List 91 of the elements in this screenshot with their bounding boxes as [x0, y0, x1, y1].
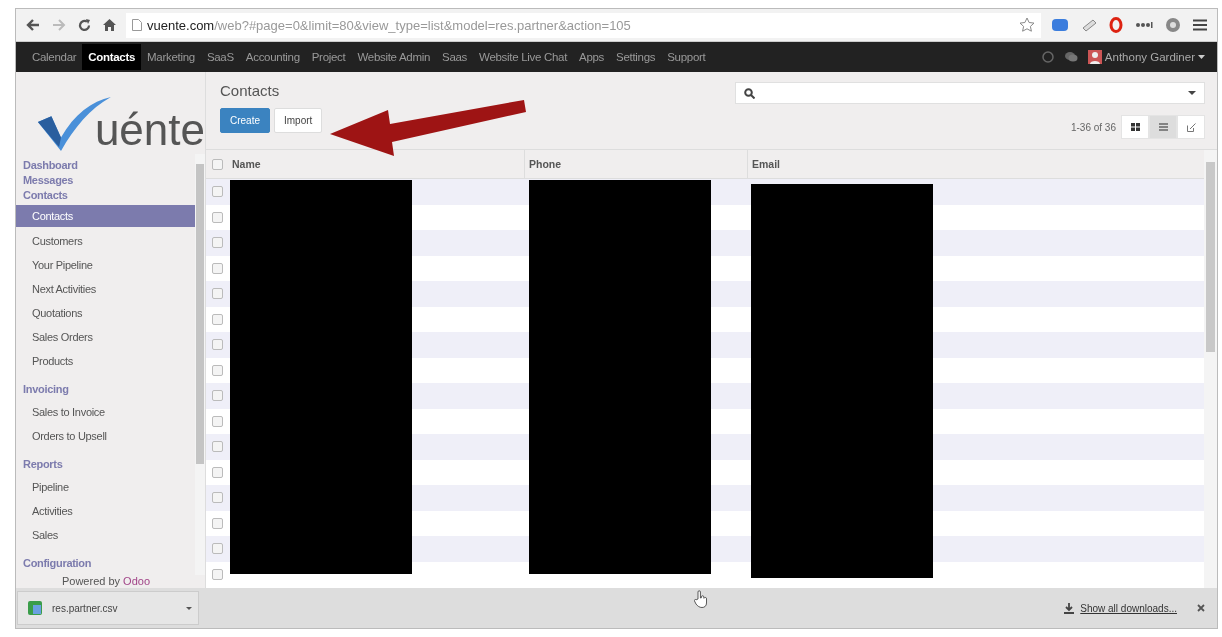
row-checkbox[interactable]: [211, 543, 223, 555]
row-checkbox[interactable]: [211, 313, 223, 325]
menu-tab[interactable]: Website Admin: [351, 44, 437, 70]
caret-icon[interactable]: [1188, 91, 1196, 95]
search-icon: [744, 87, 755, 99]
logo: uénte: [16, 72, 205, 154]
row-checkbox[interactable]: [211, 262, 223, 274]
row-checkbox[interactable]: [211, 466, 223, 478]
menu-tab[interactable]: Calendar: [26, 44, 83, 70]
sidebar-item[interactable]: Next Activities: [16, 277, 195, 301]
kanban-view-button[interactable]: [1121, 115, 1149, 139]
download-item[interactable]: res.partner.csv: [17, 591, 199, 625]
row-checkbox[interactable]: [211, 415, 223, 427]
scrollbar[interactable]: [1204, 150, 1217, 588]
forward-icon[interactable]: [50, 19, 68, 31]
sidebar-item[interactable]: Activities: [16, 499, 195, 523]
menu-tab[interactable]: Marketing: [141, 44, 201, 70]
row-checkbox[interactable]: [211, 492, 223, 504]
sidebar-item[interactable]: Sales Orders: [16, 325, 195, 349]
clock-icon[interactable]: [1041, 51, 1054, 63]
row-checkbox[interactable]: [211, 186, 223, 198]
menu-tab[interactable]: Website Live Chat: [473, 44, 574, 70]
breadcrumb-title: Contacts: [220, 82, 281, 99]
menu-tab[interactable]: Project: [305, 44, 352, 70]
extension-icon[interactable]: [1165, 17, 1181, 33]
row-checkbox[interactable]: [211, 517, 223, 529]
avatar-icon: [1087, 50, 1102, 64]
menu-tab[interactable]: SaaS: [200, 44, 240, 70]
row-checkbox[interactable]: [211, 390, 223, 402]
sidebar-heading[interactable]: Messages: [16, 173, 195, 188]
page-icon: [132, 19, 142, 31]
back-icon[interactable]: [24, 19, 42, 31]
menu-tab[interactable]: Accounting: [239, 44, 306, 70]
sidebar-item[interactable]: Orders to Upsell: [16, 424, 195, 448]
powered-by-text: Powered by Odoo: [60, 575, 152, 588]
extension-icon[interactable]: [1081, 18, 1097, 32]
row-checkbox[interactable]: [211, 211, 223, 223]
caret-icon: [1198, 55, 1205, 59]
menu-tab[interactable]: Support: [661, 44, 712, 70]
extension-icon[interactable]: [1051, 18, 1069, 32]
sidebar-heading[interactable]: Reports: [16, 457, 195, 472]
sidebar-heading[interactable]: Configuration: [16, 556, 195, 571]
row-checkbox[interactable]: [211, 441, 223, 453]
column-header[interactable]: Name: [228, 150, 524, 178]
star-icon[interactable]: [1019, 17, 1035, 33]
extension-icon[interactable]: [1109, 17, 1123, 33]
hand-cursor-icon: [694, 590, 708, 608]
import-button[interactable]: Import: [274, 108, 323, 133]
sidebar-heading[interactable]: Dashboard: [16, 158, 195, 173]
row-checkbox[interactable]: [211, 288, 223, 300]
grid-icon: [1130, 123, 1140, 131]
sidebar-item[interactable]: Customers: [16, 229, 195, 253]
edit-icon: [1186, 122, 1196, 132]
sidebar-item[interactable]: Sales: [16, 523, 195, 547]
sidebar-heading[interactable]: Contacts: [16, 188, 195, 203]
sidebar-item[interactable]: Your Pipeline: [16, 253, 195, 277]
list-icon: [1158, 123, 1168, 131]
search-field[interactable]: [735, 82, 1205, 104]
sidebar-item[interactable]: Sales to Invoice: [16, 400, 195, 424]
spreadsheet-file-icon: [28, 601, 42, 615]
sidebar-item[interactable]: Contacts: [16, 205, 195, 227]
sidebar-item[interactable]: Quotations: [16, 301, 195, 325]
row-checkbox[interactable]: [211, 364, 223, 376]
chat-icon[interactable]: [1063, 51, 1078, 63]
select-all-checkbox[interactable]: [211, 158, 223, 170]
row-checkbox[interactable]: [211, 568, 223, 580]
home-icon[interactable]: [101, 19, 118, 31]
url-text: vuente.com/web?#page=0&limit=80&view_type=list&model=res.partner&action=105: [147, 17, 631, 33]
row-checkbox[interactable]: [211, 237, 223, 249]
show-all-downloads-link[interactable]: Show all downloads...: [1080, 602, 1177, 614]
address-bar[interactable]: vuente.com/web?#page=0&limit=80&view_type=list&model=res.partner&action=105: [126, 12, 1041, 38]
menu-tab[interactable]: Apps: [573, 44, 611, 70]
close-icon[interactable]: [1197, 604, 1205, 612]
column-header[interactable]: Phone: [524, 150, 747, 178]
scrollbar[interactable]: [195, 154, 205, 575]
sidebar-heading[interactable]: Invoicing: [16, 382, 195, 397]
row-checkbox[interactable]: [211, 339, 223, 351]
user-menu[interactable]: Anthony Gardiner: [1087, 50, 1205, 64]
extension-icon[interactable]: [1135, 22, 1153, 28]
form-view-button[interactable]: [1177, 115, 1205, 139]
caret-icon: [186, 606, 192, 610]
create-button[interactable]: Create: [220, 108, 270, 133]
menu-tab[interactable]: Saas: [436, 44, 474, 70]
reload-icon[interactable]: [76, 18, 93, 32]
menu-tab[interactable]: Contacts: [82, 44, 142, 70]
pager-text: 1-36 of 36: [1070, 121, 1116, 133]
download-icon: [1064, 602, 1075, 614]
sidebar-item[interactable]: Pipeline: [16, 475, 195, 499]
sidebar-item[interactable]: Products: [16, 349, 195, 373]
menu-icon[interactable]: [1193, 19, 1207, 31]
menu-tab[interactable]: Settings: [610, 44, 662, 70]
